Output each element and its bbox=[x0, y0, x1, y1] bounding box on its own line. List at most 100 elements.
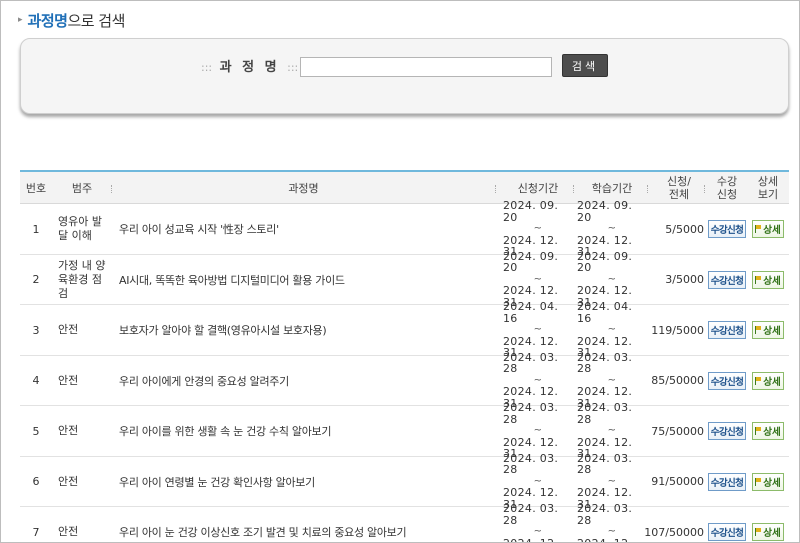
row-course-name: AI시대, 똑똑한 육아방법 디지털미디어 활용 가이드 bbox=[119, 273, 345, 287]
apply-start: 2024. 09. 20 bbox=[503, 199, 559, 224]
row-enroll-cell: 수강신청 bbox=[705, 305, 749, 355]
col-enroll-line2: 신청 bbox=[716, 188, 738, 201]
row-category: 영유아 발달 이해 bbox=[58, 215, 102, 242]
table-row: 7 안전 우리 아이 눈 건강 이상신호 조기 발견 및 치료의 중요성 알아보기 2… bbox=[20, 503, 789, 543]
row-enroll-cell: 수강신청 bbox=[705, 204, 749, 254]
course-table: 번호 범주 과정명 신청기간 학습기간 신청/ 전체 수강 신청 상세 보기 1… bbox=[20, 170, 789, 543]
header-divider bbox=[495, 185, 496, 193]
row-enroll-cell: 수강신청 bbox=[705, 356, 749, 406]
apply-end: 2024. 12. 31 bbox=[503, 538, 573, 543]
row-detail-cell: 상세 bbox=[749, 457, 787, 507]
detail-button[interactable]: 상세 bbox=[752, 472, 784, 491]
title-bullet-icon: ▸ bbox=[18, 15, 23, 25]
detail-button[interactable]: 상세 bbox=[752, 321, 784, 339]
col-enroll: 수강 신청 bbox=[706, 172, 748, 204]
flag-icon bbox=[755, 477, 762, 486]
row-count: 91/50000 bbox=[651, 475, 704, 488]
row-count: 75/50000 bbox=[651, 424, 704, 438]
flag-icon bbox=[755, 275, 762, 284]
apply-start: 2024. 03. 28 bbox=[503, 401, 559, 426]
enroll-button[interactable]: 수강신청 bbox=[707, 523, 747, 541]
enroll-button[interactable]: 수강신청 bbox=[707, 422, 747, 440]
enroll-button[interactable]: 수강신청 bbox=[707, 220, 747, 238]
detail-button[interactable]: 상세 bbox=[752, 523, 784, 541]
study-start: 2024. 03. 28 bbox=[577, 502, 633, 527]
flag-icon bbox=[755, 427, 762, 435]
table-header: 번호 범주 과정명 신청기간 학습기간 신청/ 전체 수강 신청 상세 보기 bbox=[20, 170, 789, 204]
row-category: 안전 bbox=[58, 424, 79, 437]
row-number: 4 bbox=[32, 374, 40, 387]
detail-label: 상세 bbox=[763, 528, 781, 539]
col-category: 범주 bbox=[71, 181, 93, 195]
study-start: 2024. 04. 16 bbox=[577, 300, 633, 325]
row-detail-cell: 상세 bbox=[749, 406, 787, 456]
row-detail-cell: 상세 bbox=[749, 356, 787, 406]
row-count: 3/5000 bbox=[665, 273, 704, 286]
label-dots-left: ::: bbox=[201, 61, 213, 74]
row-apply-period: 2024. 03. 28~2024. 12. 31 bbox=[503, 503, 573, 543]
row-detail-cell: 상세 bbox=[749, 255, 787, 305]
apply-start: 2024. 03. 28 bbox=[503, 350, 559, 376]
col-detail-line2: 보기 bbox=[757, 188, 779, 201]
detail-button[interactable]: 상세 bbox=[752, 422, 784, 440]
apply-start: 2024. 03. 28 bbox=[503, 451, 559, 477]
row-number: 5 bbox=[32, 424, 40, 438]
study-start: 2024. 03. 28 bbox=[577, 401, 633, 426]
search-label: ::: 과 정 명 ::: bbox=[201, 56, 298, 75]
header-divider bbox=[573, 185, 574, 193]
row-course-name: 우리 아이를 위한 생활 속 눈 건강 수칙 알아보기 bbox=[119, 425, 332, 438]
col-detail: 상세 보기 bbox=[749, 172, 787, 204]
row-apply-period: 2024. 03. 28~2024. 12. 31 bbox=[503, 352, 573, 410]
table-row: 2 가정 내 양육환경 점검 AI시대, 똑똑한 육아방법 디지털미디어 활용 가이… bbox=[20, 251, 789, 309]
table-row: 5 안전 우리 아이를 위한 생활 속 눈 건강 수칙 알아보기 2024. 03. … bbox=[20, 402, 789, 460]
row-apply-period: 2024. 09. 20 ~2024. 12. 31 bbox=[503, 200, 573, 258]
search-button[interactable]: 검색 bbox=[562, 54, 608, 77]
row-study-period: 2024. 03. 28~2024. 12. 31 bbox=[577, 402, 647, 460]
title-rest: 으로 검색 bbox=[67, 11, 125, 30]
row-number: 6 bbox=[32, 475, 40, 488]
table-row: 3 안전 보호자가 알아야 할 결핵(영유아시설 보호자용) 2024. 04. 16… bbox=[20, 301, 789, 359]
study-start: 2024. 03. 28 bbox=[577, 350, 633, 376]
row-study-period: 2024. 09. 20 ~2024. 12. 31 bbox=[577, 251, 647, 309]
row-detail-cell: 상세 bbox=[749, 204, 787, 254]
label-dots-right: ::: bbox=[287, 61, 299, 74]
row-course-name: 우리 아이 성교육 시작 '性장 스토리' bbox=[119, 223, 279, 236]
enroll-button[interactable]: 수강신청 bbox=[707, 472, 747, 491]
study-end: 2024. 12. 31 bbox=[577, 538, 647, 543]
header-divider bbox=[647, 185, 648, 193]
row-study-period: 2024. 03. 28~2024. 12. 31 bbox=[577, 503, 647, 543]
row-enroll-cell: 수강신청 bbox=[705, 457, 749, 507]
row-study-period: 2024. 04. 16 ~2024. 12. 31 bbox=[577, 301, 647, 359]
row-category: 안전 bbox=[58, 474, 79, 488]
apply-start: 2024. 09. 20 bbox=[503, 249, 559, 275]
study-start: 2024. 03. 28 bbox=[577, 451, 633, 477]
row-enroll-cell: 수강신청 bbox=[705, 406, 749, 456]
enroll-button[interactable]: 수강신청 bbox=[707, 270, 747, 289]
apply-start: 2024. 04. 16 bbox=[503, 300, 559, 325]
col-name: 과정명 bbox=[288, 181, 319, 195]
row-count: 119/5000 bbox=[651, 323, 704, 337]
col-count: 신청/ 전체 bbox=[654, 172, 704, 204]
row-count: 5/5000 bbox=[665, 222, 704, 236]
detail-label: 상세 bbox=[763, 427, 781, 438]
enroll-button[interactable]: 수강신청 bbox=[707, 371, 747, 390]
search-input[interactable] bbox=[300, 57, 552, 77]
row-apply-period: 2024. 04. 16 ~2024. 12. 31 bbox=[503, 301, 573, 359]
detail-button[interactable]: 상세 bbox=[752, 270, 784, 289]
row-enroll-cell: 수강신청 bbox=[705, 507, 749, 542]
col-detail-line1: 상세 bbox=[757, 175, 779, 188]
detail-button[interactable]: 상세 bbox=[752, 220, 784, 238]
row-count: 107/50000 bbox=[644, 525, 704, 539]
row-detail-cell: 상세 bbox=[749, 507, 787, 542]
row-detail-cell: 상세 bbox=[749, 305, 787, 355]
row-apply-period: 2024. 03. 28~2024. 12. 31 bbox=[503, 453, 573, 511]
flag-icon bbox=[755, 376, 762, 385]
detail-button[interactable]: 상세 bbox=[752, 371, 784, 390]
study-start: 2024. 09. 20 bbox=[577, 199, 633, 224]
row-count: 85/50000 bbox=[651, 374, 704, 387]
row-number: 1 bbox=[32, 222, 40, 236]
enroll-button[interactable]: 수강신청 bbox=[707, 321, 747, 339]
row-study-period: 2024. 09. 20 ~2024. 12. 31 bbox=[577, 200, 647, 258]
search-label-text: 과 정 명 bbox=[219, 60, 280, 75]
row-category: 안전 bbox=[58, 323, 79, 336]
